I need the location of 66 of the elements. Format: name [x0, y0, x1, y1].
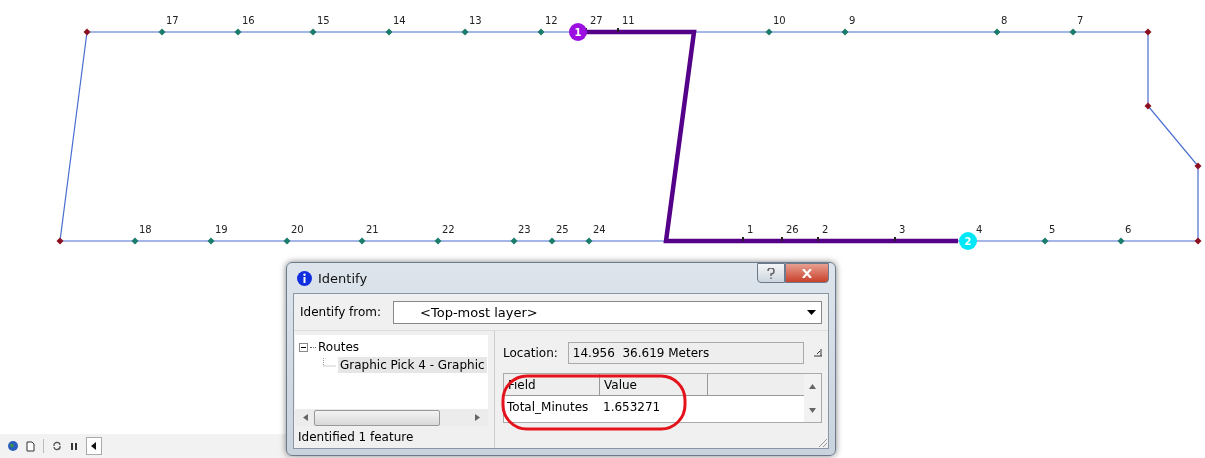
- node-label: 10: [773, 15, 786, 26]
- node-label: 7: [1077, 15, 1084, 26]
- node-label: 26: [786, 224, 799, 235]
- node-label: 17: [166, 15, 179, 26]
- help-icon: [767, 267, 775, 279]
- help-button[interactable]: [757, 263, 785, 283]
- caret-icon: [807, 309, 816, 315]
- node-label: 12: [545, 15, 558, 26]
- node-label: 22: [442, 224, 455, 235]
- pause-icon[interactable]: [70, 441, 78, 451]
- left-arrow-icon: [91, 442, 97, 450]
- column-header[interactable]: Value: [600, 374, 708, 396]
- node-label: 21: [366, 224, 379, 235]
- junction-node: [1194, 237, 1202, 245]
- tree-item[interactable]: Graphic Pick 4 - Graphic: [338, 356, 487, 373]
- down-arrow-icon[interactable]: [809, 407, 816, 413]
- node-label: 1: [747, 224, 754, 235]
- globe-icon[interactable]: [8, 441, 18, 451]
- node-label: 6: [1125, 224, 1132, 235]
- table-cell-text: 1.653271: [602, 400, 662, 414]
- node-label: 5: [1049, 224, 1056, 235]
- node-label: 14: [393, 15, 406, 26]
- refresh-icon[interactable]: [52, 441, 62, 451]
- stop-marker: 2: [959, 232, 977, 250]
- junction-node: [83, 28, 91, 36]
- junction-node: [56, 237, 64, 245]
- node-label: 19: [215, 224, 228, 235]
- node-label: 15: [317, 15, 330, 26]
- resize-grip-icon[interactable]: [816, 436, 828, 448]
- status-text: Identified 1 feature: [297, 429, 415, 446]
- stop-marker: 1: [569, 23, 587, 41]
- node-label: 23: [518, 224, 531, 235]
- node-label: 3: [899, 224, 906, 235]
- junction-node: [1144, 28, 1152, 36]
- info-icon: [297, 270, 312, 286]
- node-label: 16: [242, 15, 255, 26]
- node-label: 24: [593, 224, 606, 235]
- node-label: 2: [822, 224, 829, 235]
- location-label: Location:: [503, 346, 558, 360]
- up-arrow-icon[interactable]: [809, 383, 816, 389]
- node-label: 11: [622, 15, 635, 26]
- tree-item[interactable]: Routes: [318, 340, 360, 354]
- node-label: 18: [139, 224, 152, 235]
- junction-node: [1194, 162, 1202, 170]
- vertical-scrollbar[interactable]: [804, 374, 821, 422]
- node-label: 27: [590, 15, 603, 26]
- close-button[interactable]: [785, 263, 829, 283]
- left-arrow-icon[interactable]: [303, 414, 308, 421]
- close-icon: [802, 268, 812, 278]
- node-label: 8: [1001, 15, 1008, 26]
- identify-from-label: Identify from:: [300, 305, 382, 319]
- window-title: Identify: [318, 270, 368, 286]
- node-label: 4: [976, 224, 983, 235]
- page-icon[interactable]: [26, 440, 35, 452]
- node-label: 13: [469, 15, 482, 26]
- junction-node: [1144, 102, 1152, 110]
- horizontal-scrollbar[interactable]: [295, 409, 488, 426]
- node-label: 9: [849, 15, 856, 26]
- location-field: 14.956 36.619 Meters: [567, 342, 804, 364]
- layer-dropdown[interactable]: <Top-most layer>: [393, 300, 822, 324]
- node-label: 20: [291, 224, 304, 235]
- back-button[interactable]: [86, 437, 102, 455]
- node-label: 25: [556, 224, 569, 235]
- table-cell-text: Total_Minutes: [506, 400, 590, 414]
- right-arrow-icon[interactable]: [475, 414, 480, 421]
- collapse-icon[interactable]: [299, 342, 308, 352]
